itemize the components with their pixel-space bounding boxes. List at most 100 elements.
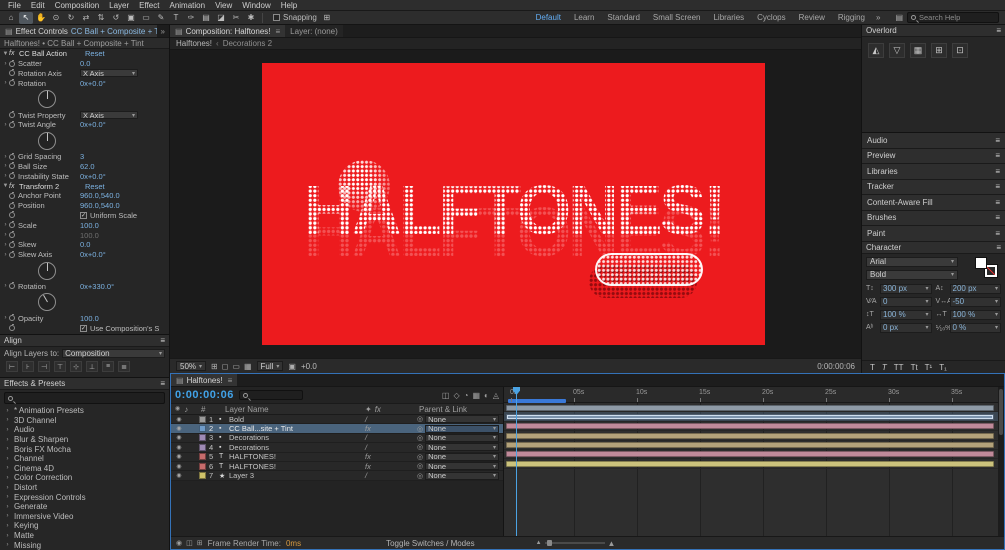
effect-name[interactable]: CC Ball Action xyxy=(19,49,85,58)
stopwatch-icon[interactable] xyxy=(9,250,15,258)
layer-name[interactable]: HALFTONES! xyxy=(229,452,365,461)
transparency-grid-icon[interactable]: ▦ xyxy=(244,362,252,371)
fill-stroke-swatches[interactable] xyxy=(975,256,998,278)
preset-category-channel[interactable]: › Channel xyxy=(0,454,169,464)
font-style-dropdown[interactable]: Bold ▾ xyxy=(866,269,958,280)
current-time-field[interactable]: 0:00:00:06 xyxy=(175,389,234,401)
panel-menu-icon[interactable]: ≡ xyxy=(995,229,1000,238)
pickwhip-icon[interactable]: ◎ xyxy=(417,472,423,480)
panel-header-audio[interactable]: Audio ≡ xyxy=(862,133,1005,149)
leading-field[interactable]: A↕ 200 px ▾ xyxy=(936,283,1001,294)
panel-layout-icon[interactable]: ▤ xyxy=(895,13,903,22)
layer-number-column[interactable]: # xyxy=(199,405,225,414)
rotation-axis-dropdown[interactable]: X Axis ▾ xyxy=(80,69,138,78)
workspace-review[interactable]: Review xyxy=(793,13,831,22)
stopwatch-icon[interactable] xyxy=(9,152,15,160)
font-size-field[interactable]: T↕ 300 px ▾ xyxy=(866,283,932,294)
panel-menu-icon[interactable]: ≡ xyxy=(995,182,1000,191)
panel-header-libraries[interactable]: Libraries ≡ xyxy=(862,164,1005,180)
layer-row-4[interactable]: ◉ 4 ▪ Decorations / ◎ None ▾ xyxy=(171,443,503,453)
preset-category-3d-channel[interactable]: › 3D Channel xyxy=(0,416,169,426)
snap-options-icon[interactable]: ⊞ xyxy=(320,12,334,24)
preset-category-matte[interactable]: › Matte xyxy=(0,531,169,541)
property-value[interactable]: 0x+0.0° xyxy=(80,120,106,129)
parent-link-column[interactable]: Parent & Link xyxy=(417,405,503,414)
panel-header-tracker[interactable]: Tracker ≡ xyxy=(862,179,1005,195)
panel-menu-icon[interactable]: ≡ xyxy=(995,167,1000,176)
layer-name[interactable]: Layer 3 xyxy=(229,471,365,480)
menu-edit[interactable]: Edit xyxy=(26,1,50,10)
panel-menu-icon[interactable]: ≡ xyxy=(995,151,1000,160)
panel-menu-icon[interactable]: ≡ xyxy=(276,27,281,36)
overlord-pull-icon[interactable]: ▽ xyxy=(889,43,905,58)
preset-category-animation-presets[interactable]: › * Animation Presets xyxy=(0,406,169,416)
layer-switches[interactable]: fx xyxy=(365,462,417,471)
stopwatch-icon[interactable] xyxy=(9,201,15,209)
brush-tool[interactable]: ✑ xyxy=(184,12,198,24)
twirl-icon[interactable]: › xyxy=(4,408,11,414)
dolly-camera-tool[interactable]: ⇅ xyxy=(94,12,108,24)
layer-switches[interactable]: fx xyxy=(365,452,417,461)
workspace-small-screen[interactable]: Small Screen xyxy=(647,13,707,22)
leading-value[interactable]: 200 px xyxy=(953,284,977,293)
panel-header-preview[interactable]: Preview ≡ xyxy=(862,148,1005,164)
brainstorm-icon[interactable]: ⊞ xyxy=(197,539,203,547)
property-value[interactable]: 0.0 xyxy=(80,59,90,68)
twirl-icon[interactable]: › xyxy=(2,283,9,289)
timeline-search[interactable] xyxy=(238,390,303,400)
twirl-icon[interactable]: › xyxy=(4,465,11,471)
layer-switches[interactable]: / xyxy=(365,433,417,442)
pickwhip-icon[interactable]: ◎ xyxy=(417,443,423,451)
twirl-icon[interactable]: › xyxy=(4,542,11,548)
tab-layer-viewer[interactable]: Layer: (none) xyxy=(285,25,343,37)
tracking-field[interactable]: V↔A -50 ▾ xyxy=(936,296,1001,307)
horizontal-scale-field[interactable]: ↔T 100 % ▾ xyxy=(936,309,1001,320)
twirl-icon[interactable]: › xyxy=(2,80,9,86)
twist-property-dropdown[interactable]: X Axis ▾ xyxy=(80,111,138,120)
panel-header-content-aware-fill[interactable]: Content-Aware Fill ≡ xyxy=(862,195,1005,211)
twirl-icon[interactable]: › xyxy=(2,222,9,228)
toggle-switches-modes-button[interactable]: Toggle Switches / Modes xyxy=(386,539,475,548)
property-value[interactable]: 960.0,540.0 xyxy=(80,191,120,200)
twirl-icon[interactable]: › xyxy=(4,485,11,491)
tsume-field[interactable]: ⅒% 0 % ▾ xyxy=(936,322,1001,333)
active-camera-icon[interactable]: ▣ xyxy=(288,362,296,371)
tracking-value[interactable]: -50 xyxy=(953,297,965,306)
parent-dropdown[interactable]: None ▾ xyxy=(425,424,499,433)
composition-flowchart-icon[interactable]: ◫ xyxy=(442,391,450,400)
baseline-shift-value[interactable]: 0 px xyxy=(883,323,898,332)
stopwatch-icon[interactable] xyxy=(9,172,15,180)
roto-brush-tool[interactable]: ✂ xyxy=(229,12,243,24)
property-value[interactable]: 0x+330.0° xyxy=(80,282,114,291)
preset-category-keying[interactable]: › Keying xyxy=(0,521,169,531)
hide-shy-icon[interactable]: ◔ xyxy=(464,391,469,400)
visibility-eye-icon[interactable]: ◉ xyxy=(171,463,187,470)
composition-viewport[interactable]: HALFTONES! HALFTONES! xyxy=(170,50,861,358)
twirl-icon[interactable]: › xyxy=(4,437,11,443)
layer-row-5[interactable]: ◉ 5 T HALFTONES! fx ◎ None ▾ xyxy=(171,452,503,462)
playhead[interactable] xyxy=(516,387,517,536)
timeline-vertical-scrollbar[interactable] xyxy=(998,387,1004,536)
preset-category-expression-controls[interactable]: › Expression Controls xyxy=(0,492,169,502)
motion-blur-icon[interactable]: ◐ xyxy=(484,391,489,400)
region-of-interest-icon[interactable]: ▭ xyxy=(232,362,240,371)
visibility-eye-icon[interactable]: ◉ xyxy=(171,444,187,451)
parent-dropdown[interactable]: None ▾ xyxy=(425,452,499,461)
menu-help[interactable]: Help xyxy=(276,1,302,10)
layer-name[interactable]: Bold xyxy=(229,415,365,424)
preset-category-boris-fx-mocha[interactable]: › Boris FX Mocha xyxy=(0,444,169,454)
kerning-value[interactable]: 0 xyxy=(883,297,887,306)
workspace-libraries[interactable]: Libraries xyxy=(707,13,750,22)
stopwatch-icon[interactable] xyxy=(9,211,15,219)
checkbox-use-composition-s-s[interactable]: ✓ xyxy=(80,324,87,332)
menu-effect[interactable]: Effect xyxy=(134,1,164,10)
twirl-icon[interactable]: › xyxy=(2,61,9,67)
draft-3d-icon[interactable]: ◇ xyxy=(453,391,459,400)
preset-category-color-correction[interactable]: › Color Correction xyxy=(0,473,169,483)
menu-file[interactable]: File xyxy=(3,1,26,10)
quality-column-icon[interactable]: ✦ xyxy=(365,405,372,414)
magnification-dropdown[interactable]: 50% ▾ xyxy=(176,361,207,371)
effects-presets-search[interactable] xyxy=(4,392,165,404)
faux-style-button-2[interactable]: TT xyxy=(894,363,904,372)
overlord-layers-icon[interactable]: ⊞ xyxy=(931,43,947,58)
